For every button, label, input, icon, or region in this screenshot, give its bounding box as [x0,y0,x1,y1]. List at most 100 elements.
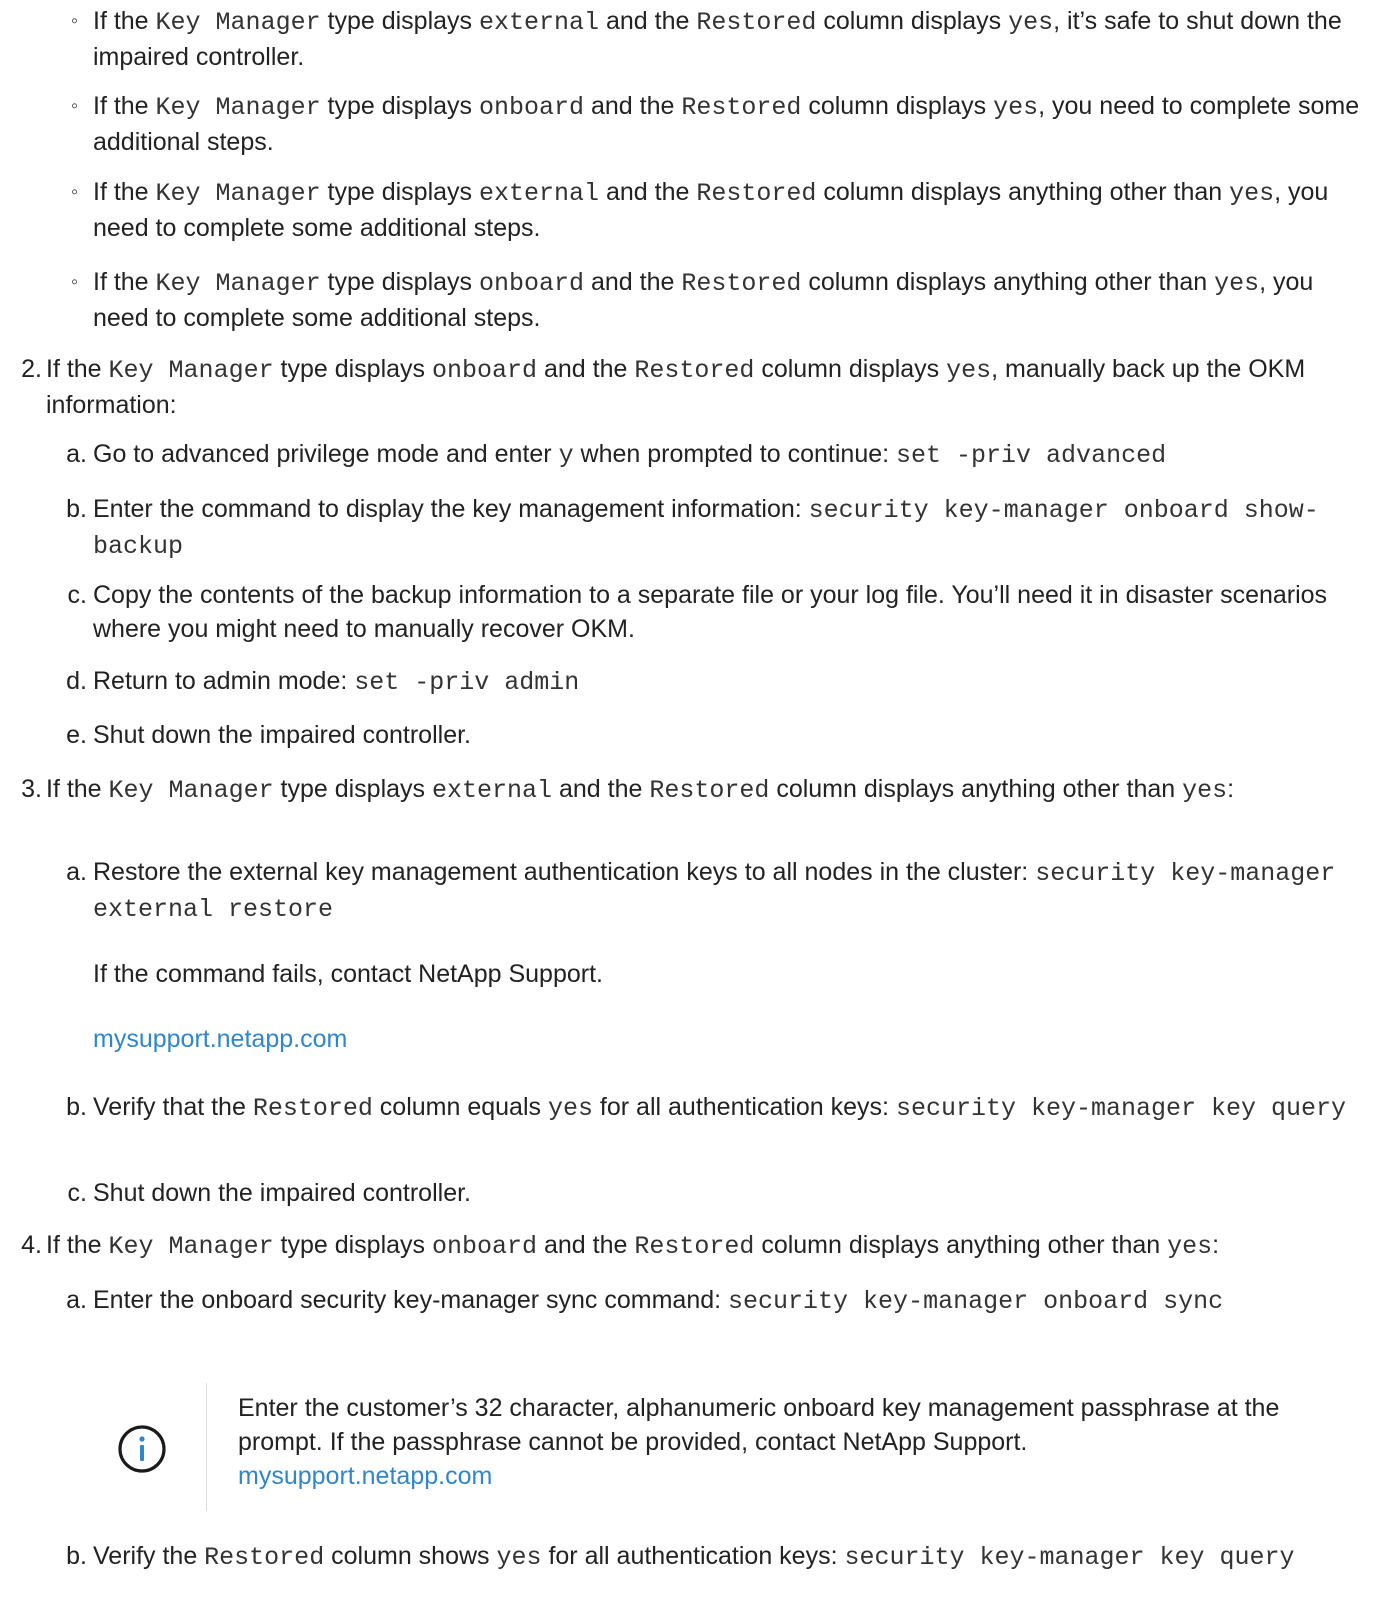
inline-code: set -priv advanced [896,441,1167,470]
sub-step-label: a. [66,858,87,886]
admonition-support-link[interactable]: mysupport.netapp.com [238,1459,1348,1493]
inline-code: yes [1229,179,1275,208]
inline-code: yes [496,1543,542,1572]
inline-code: onboard [432,1232,538,1261]
step-3-sub-c: c. Shut down the impaired controller. [68,1176,1361,1210]
step-2-sub-c: c. Copy the contents of the backup infor… [68,578,1361,646]
step-4-sub-b: b. Verify the Restored column shows yes … [66,1539,1361,1575]
step-text: If the Key Manager type displays onboard… [46,355,1306,419]
inline-code: external [479,179,600,208]
step-2-sub-b: b. Enter the command to display the key … [66,492,1361,564]
inline-code: yes [1182,776,1228,805]
inline-code: Key Manager [155,93,321,122]
inline-code: yes [547,1094,593,1123]
inline-code: external [479,8,600,37]
sub-step-text: Return to admin mode: set -priv admin [93,667,580,697]
inline-code: yes [1214,269,1260,298]
inline-code: onboard [479,93,585,122]
bullet-text: If the Key Manager type displays externa… [93,178,1329,242]
inline-code: Key Manager [155,269,321,298]
inline-code: Restored [204,1543,325,1572]
inline-code: Restored [696,8,817,37]
inline-code: security key-manager key query [895,1094,1347,1123]
bullet-text: If the Key Manager type displays onboard… [93,92,1360,156]
bullet-mark: ◦ [71,271,79,293]
bullet-item: ◦ If the Key Manager type displays exter… [71,175,1361,245]
inline-code: yes [1008,8,1054,37]
inline-code: Restored [634,356,755,385]
support-link[interactable]: mysupport.netapp.com [93,1025,347,1053]
step-3-sub-b: b. Verify that the Restored column equal… [66,1090,1361,1126]
bullet-mark: ◦ [71,181,79,203]
inline-code: onboard [432,356,538,385]
admonition-divider [206,1383,207,1511]
info-icon [117,1424,167,1474]
bullet-item: ◦ If the Key Manager type displays onboa… [71,265,1361,335]
sub-step-label: a. [66,440,87,468]
step-4: 4. If the Key Manager type displays onbo… [21,1228,1366,1264]
inline-code: y [558,441,574,470]
inline-code: Key Manager [155,8,321,37]
inline-code: Key Manager [108,776,274,805]
step-2-sub-a: a. Go to advanced privilege mode and ent… [66,437,1361,473]
bullet-mark: ◦ [71,10,79,32]
sub-step-label: c. [67,1179,87,1207]
inline-code: yes [1167,1232,1213,1261]
sub-step-label: c. [67,581,87,609]
command-fail-note: If the command fails, contact NetApp Sup… [93,960,603,988]
info-admonition: Enter the customer’s 32 character, alpha… [93,1383,1361,1511]
bullet-text: If the Key Manager type displays externa… [93,7,1342,71]
inline-code: Restored [252,1094,373,1123]
inline-code: Key Manager [108,1232,274,1261]
inline-code: security key-manager external restore [93,859,1336,924]
sub-step-text: Shut down the impaired controller. [93,721,471,749]
sub-step-label: b. [66,1093,87,1121]
inline-code: Restored [681,93,802,122]
inline-code: security key-manager onboard show-backup [93,496,1319,561]
sub-step-label: b. [66,495,87,523]
step-2-sub-e: e. Shut down the impaired controller. [66,718,1361,752]
bullet-item: ◦ If the Key Manager type displays onboa… [71,89,1361,159]
sub-step-label: a. [66,1286,87,1314]
inline-code: yes [946,356,992,385]
sub-step-text: Enter the command to display the key man… [93,495,1319,561]
inline-code: Restored [634,1232,755,1261]
sub-step-text: Copy the contents of the backup informat… [93,581,1328,643]
bullet-item: ◦ If the Key Manager type displays exter… [71,4,1361,74]
inline-code: onboard [479,269,585,298]
sub-step-label: e. [66,721,87,749]
step-text: If the Key Manager type displays onboard… [46,1231,1220,1261]
step-number: 4. [21,1231,42,1259]
sub-step-text: Go to advanced privilege mode and enter … [93,440,1167,470]
inline-code: set -priv admin [354,668,580,697]
inline-code: Key Manager [155,179,321,208]
inline-code: yes [993,93,1039,122]
inline-code: external [432,776,553,805]
sub-step-text: Verify that the Restored column equals y… [93,1093,1347,1123]
sub-step-label: b. [66,1542,87,1570]
inline-code: Restored [649,776,770,805]
inline-code: Restored [696,179,817,208]
step-3: 3. If the Key Manager type displays exte… [21,772,1366,808]
bullet-mark: ◦ [71,95,79,117]
info-icon-graphic [118,1425,166,1473]
support-link-row: mysupport.netapp.com [93,1022,1353,1056]
inline-code: security key-manager onboard sync [728,1287,1224,1316]
admonition-body: Enter the customer’s 32 character, alpha… [238,1394,1280,1456]
inline-code: Restored [681,269,802,298]
inline-code: Key Manager [108,356,274,385]
step-2-sub-d: d. Return to admin mode: set -priv admin [66,664,1361,700]
sub-step-text: Shut down the impaired controller. [93,1179,471,1207]
sub-step-text: Enter the onboard security key-manager s… [93,1286,1224,1316]
step-2: 2. If the Key Manager type displays onbo… [21,352,1366,422]
inline-code: security key-manager key query [844,1543,1295,1572]
sub-step-label: d. [66,667,87,695]
bullet-text: If the Key Manager type displays onboard… [93,268,1314,332]
step-3-sub-a: a. Restore the external key management a… [66,855,1361,927]
step-number: 2. [21,355,42,383]
admonition-text: Enter the customer’s 32 character, alpha… [238,1391,1348,1493]
step-text: If the Key Manager type displays externa… [46,775,1235,805]
step-4-sub-a: a. Enter the onboard security key-manage… [66,1283,1361,1319]
step-number: 3. [21,775,42,803]
sub-step-text: Verify the Restored column shows yes for… [93,1542,1295,1572]
